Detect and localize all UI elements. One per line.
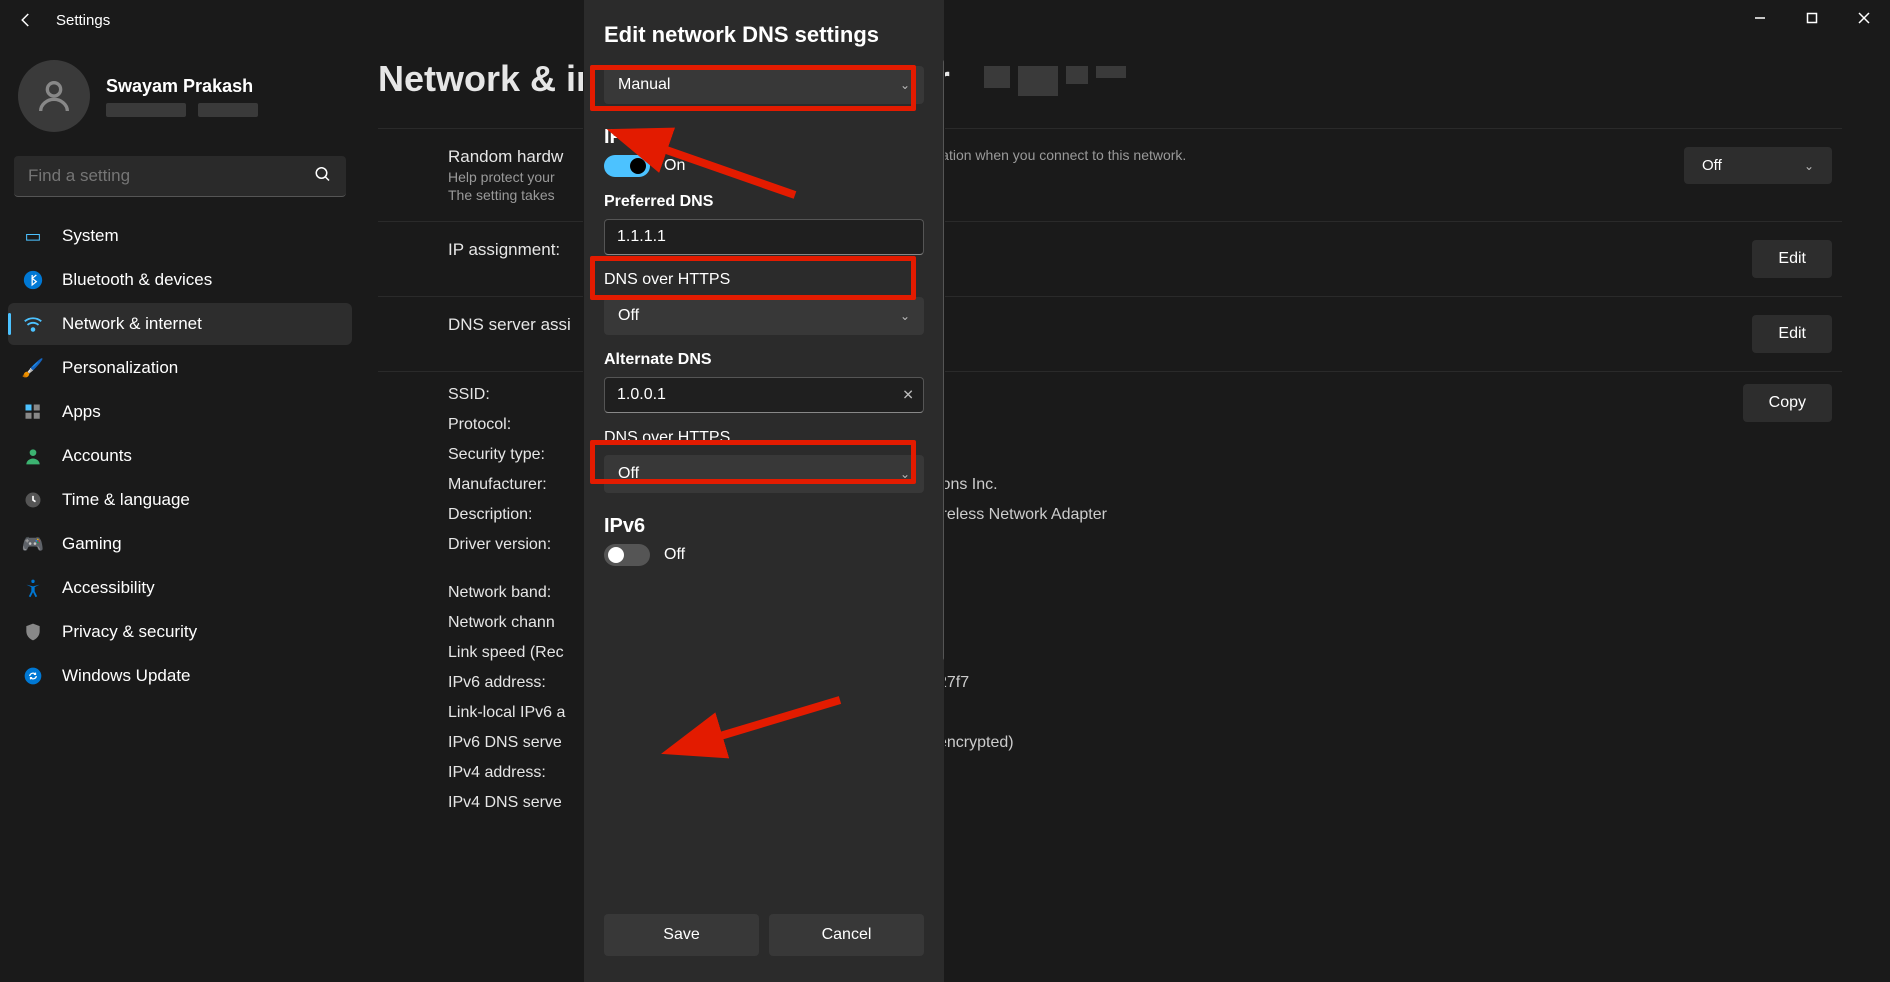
random-hw-sub2: The setting takes bbox=[448, 187, 563, 203]
bluetooth-icon bbox=[22, 269, 44, 291]
sidebar-item-label: Accounts bbox=[62, 446, 132, 466]
chevron-down-icon: ⌄ bbox=[900, 78, 910, 92]
sidebar-item-time[interactable]: Time & language bbox=[8, 479, 352, 521]
dialog-title: Edit network DNS settings bbox=[604, 22, 924, 48]
select-value: Off bbox=[618, 465, 639, 482]
ipv6-section-label: IPv6 bbox=[604, 515, 924, 538]
sidebar-nav: ▭ System Bluetooth & devices Network & i… bbox=[8, 215, 352, 697]
wifi-icon bbox=[22, 313, 44, 335]
sidebar: Swayam Prakash ▭ System Bluet bbox=[0, 40, 360, 982]
sidebar-item-apps[interactable]: Apps bbox=[8, 391, 352, 433]
brush-icon: 🖌️ bbox=[22, 357, 44, 379]
apps-icon bbox=[22, 401, 44, 423]
select-value: Off bbox=[618, 307, 639, 324]
select-value: Manual bbox=[618, 76, 670, 93]
random-hw-right-text: location when you connect to this networ… bbox=[923, 147, 1186, 163]
dialog-footer: Save Cancel bbox=[584, 898, 944, 982]
update-icon bbox=[22, 665, 44, 687]
random-hw-title: Random hardw bbox=[448, 147, 563, 167]
search-icon bbox=[314, 165, 332, 188]
clear-icon[interactable]: ✕ bbox=[902, 387, 914, 404]
sidebar-item-label: Personalization bbox=[62, 358, 178, 378]
random-hw-dropdown[interactable]: Off ⌄ bbox=[1684, 147, 1832, 184]
doh1-label: DNS over HTTPS bbox=[604, 271, 924, 289]
sidebar-item-label: Accessibility bbox=[62, 578, 155, 598]
sidebar-item-label: Apps bbox=[62, 402, 101, 422]
dropdown-value: Off bbox=[1702, 157, 1722, 174]
titlebar: Settings bbox=[0, 0, 1890, 40]
alternate-dns-label: Alternate DNS bbox=[604, 351, 924, 369]
scrollbar[interactable] bbox=[943, 60, 944, 660]
maximize-button[interactable] bbox=[1786, 0, 1838, 36]
preferred-dns-input[interactable] bbox=[604, 219, 924, 255]
random-hw-sub1: Help protect your bbox=[448, 169, 563, 185]
sidebar-item-privacy[interactable]: Privacy & security bbox=[8, 611, 352, 653]
ip-assignment-label: IP assignment: bbox=[448, 240, 560, 260]
sidebar-item-accounts[interactable]: Accounts bbox=[8, 435, 352, 477]
person-icon bbox=[22, 445, 44, 467]
shield-icon bbox=[22, 621, 44, 643]
doh2-select[interactable]: Off ⌄ bbox=[604, 455, 924, 493]
close-button[interactable] bbox=[1838, 0, 1890, 36]
avatar bbox=[18, 60, 90, 132]
sidebar-item-label: System bbox=[62, 226, 119, 246]
save-button[interactable]: Save bbox=[604, 914, 759, 956]
sidebar-item-system[interactable]: ▭ System bbox=[8, 215, 352, 257]
back-button[interactable] bbox=[8, 2, 44, 38]
sidebar-item-gaming[interactable]: 🎮 Gaming bbox=[8, 523, 352, 565]
sidebar-item-label: Privacy & security bbox=[62, 622, 197, 642]
sidebar-item-label: Bluetooth & devices bbox=[62, 270, 212, 290]
kv-manufacturer-v: ions Inc. bbox=[938, 476, 998, 494]
gamepad-icon: 🎮 bbox=[22, 533, 44, 555]
sidebar-item-update[interactable]: Windows Update bbox=[8, 655, 352, 697]
accessibility-icon bbox=[22, 577, 44, 599]
chevron-down-icon: ⌄ bbox=[1804, 159, 1814, 173]
ipv4-toggle[interactable] bbox=[604, 155, 650, 177]
ipv4-section-label: IPv4 bbox=[604, 126, 924, 149]
kv-ipv6dns-v: encrypted) bbox=[938, 734, 1014, 752]
user-profile[interactable]: Swayam Prakash bbox=[8, 52, 352, 150]
system-icon: ▭ bbox=[22, 225, 44, 247]
sidebar-item-label: Network & internet bbox=[62, 314, 202, 334]
chevron-down-icon: ⌄ bbox=[900, 309, 910, 323]
dns-assignment-label: DNS server assi bbox=[448, 315, 571, 335]
window-title: Settings bbox=[56, 12, 110, 29]
sidebar-item-label: Windows Update bbox=[62, 666, 191, 686]
dns-mode-select[interactable]: Manual ⌄ bbox=[604, 66, 924, 104]
preferred-dns-label: Preferred DNS bbox=[604, 193, 924, 211]
sidebar-item-label: Gaming bbox=[62, 534, 122, 554]
user-email-redacted bbox=[106, 103, 258, 117]
alternate-dns-input[interactable] bbox=[604, 377, 924, 413]
kv-description-v: ireless Network Adapter bbox=[938, 506, 1107, 524]
edit-dns-button[interactable]: Edit bbox=[1752, 315, 1832, 353]
edit-ip-button[interactable]: Edit bbox=[1752, 240, 1832, 278]
ipv6-toggle-label: Off bbox=[664, 546, 685, 564]
sidebar-item-bluetooth[interactable]: Bluetooth & devices bbox=[8, 259, 352, 301]
doh1-select[interactable]: Off ⌄ bbox=[604, 297, 924, 335]
ipv6-toggle[interactable] bbox=[604, 544, 650, 566]
chevron-down-icon: ⌄ bbox=[900, 467, 910, 481]
doh2-label: DNS over HTTPS bbox=[604, 429, 924, 447]
sidebar-item-network[interactable]: Network & internet bbox=[8, 303, 352, 345]
cancel-button[interactable]: Cancel bbox=[769, 914, 924, 956]
window-controls bbox=[1734, 0, 1890, 36]
sidebar-item-label: Time & language bbox=[62, 490, 190, 510]
sidebar-item-accessibility[interactable]: Accessibility bbox=[8, 567, 352, 609]
clock-icon bbox=[22, 489, 44, 511]
user-name: Swayam Prakash bbox=[106, 76, 258, 97]
dns-settings-dialog: Edit network DNS settings Manual ⌄ IPv4 … bbox=[584, 0, 944, 982]
ipv4-toggle-label: On bbox=[664, 157, 685, 175]
search-input[interactable] bbox=[14, 156, 346, 197]
minimize-button[interactable] bbox=[1734, 0, 1786, 36]
sidebar-item-personalization[interactable]: 🖌️ Personalization bbox=[8, 347, 352, 389]
